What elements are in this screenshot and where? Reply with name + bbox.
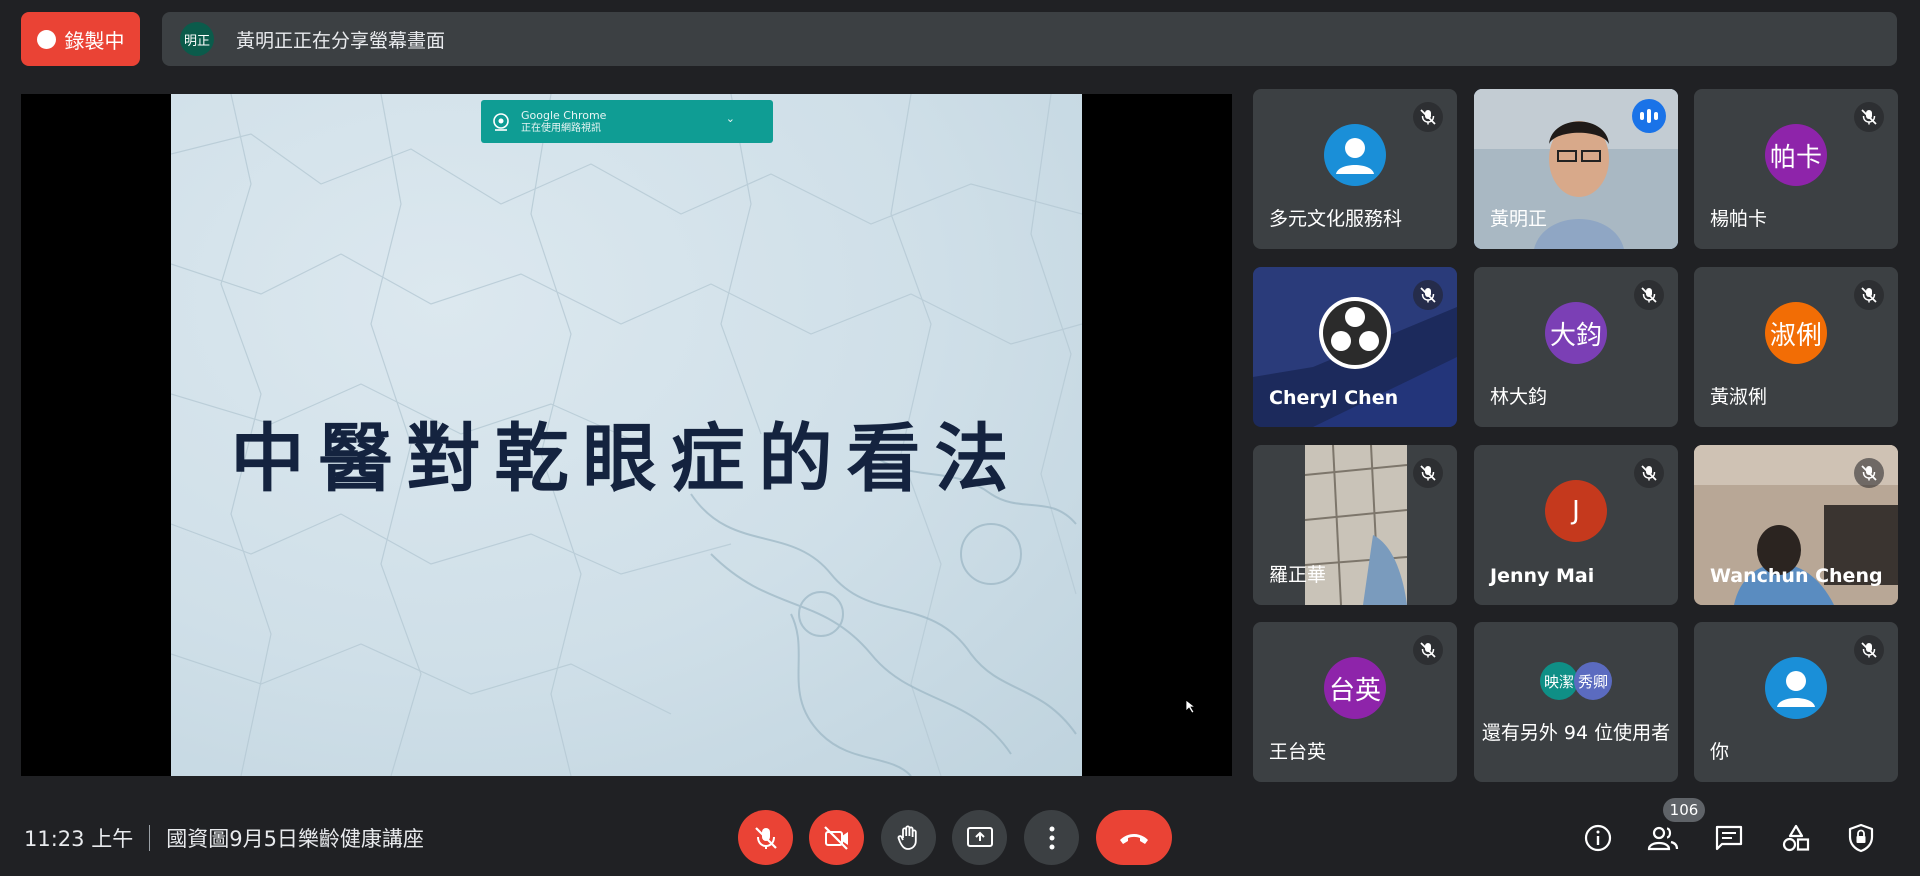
presenter-avatar: 明正 (180, 22, 214, 56)
chrome-notice-message: 正在使用網路視訊 (521, 122, 601, 134)
participant-tile[interactable]: J Jenny Mai (1474, 445, 1678, 605)
record-dot-icon (36, 29, 56, 49)
participant-avatar: J (1545, 480, 1607, 542)
mic-off-icon (1413, 458, 1443, 488)
meeting-title: 國資圖9月5日樂齡健康講座 (166, 827, 424, 851)
shapes-icon (1782, 824, 1810, 852)
camera-toggle-button[interactable] (809, 810, 864, 865)
mic-off-icon (754, 826, 777, 849)
participant-count-badge: 106 (1663, 798, 1705, 822)
mic-off-icon (1854, 635, 1884, 665)
present-screen-icon (966, 826, 993, 847)
participant-tile[interactable]: Cheryl Chen (1253, 267, 1457, 427)
participant-tile[interactable]: Wanchun Cheng (1694, 445, 1898, 605)
more-options-button[interactable] (1024, 810, 1079, 865)
raise-hand-button[interactable] (881, 810, 936, 865)
present-screen-button[interactable] (952, 810, 1007, 865)
mic-off-icon (1854, 458, 1884, 488)
divider (149, 825, 151, 851)
participant-tile[interactable]: 台英 王台英 (1253, 622, 1457, 782)
meeting-info: 11:23 上午 國資圖9月5日樂齡健康講座 (24, 823, 424, 853)
presentation-slide: Google Chrome 正在使用網路視訊 ⌄ 中醫對乾眼症的看法 (171, 94, 1082, 776)
mic-off-icon (1854, 280, 1884, 310)
more-vert-icon (1049, 826, 1054, 849)
participant-tile[interactable]: 帕卡 楊帕卡 (1694, 89, 1898, 249)
chrome-notice-app: Google Chrome (521, 108, 607, 122)
participant-tile[interactable]: 大鈞 林大鈞 (1474, 267, 1678, 427)
others-tile[interactable]: 映潔 秀卿 還有另外 94 位使用者 (1474, 622, 1678, 782)
camera-off-icon (823, 825, 848, 850)
leave-call-button[interactable] (1096, 810, 1172, 865)
speaking-indicator-icon (1632, 99, 1666, 133)
participant-tile[interactable]: 多元文化服務科 (1253, 89, 1457, 249)
mic-toggle-button[interactable] (738, 810, 793, 865)
person-icon (1765, 657, 1827, 719)
participant-name: 羅正華 (1269, 564, 1327, 586)
participant-name: 黃淑俐 (1710, 386, 1768, 408)
activities-button[interactable] (1780, 822, 1812, 854)
presentation-area: Google Chrome 正在使用網路視訊 ⌄ 中醫對乾眼症的看法 (21, 94, 1232, 776)
meeting-details-button[interactable] (1582, 822, 1614, 854)
participant-name: 黃明正 (1490, 208, 1548, 230)
people-button[interactable] (1647, 822, 1679, 854)
shield-lock-icon (1848, 823, 1874, 853)
chevron-down-icon[interactable]: ⌄ (726, 112, 735, 125)
participant-tile-self[interactable]: 你 (1694, 622, 1898, 782)
others-count-label: 還有另外 94 位使用者 (1481, 722, 1671, 744)
host-controls-button[interactable] (1845, 822, 1877, 854)
webcam-icon (493, 112, 509, 131)
person-icon (1324, 124, 1386, 186)
recording-label: 錄製中 (64, 28, 125, 53)
participant-name: 楊帕卡 (1710, 208, 1768, 230)
participant-name: 多元文化服務科 (1269, 208, 1403, 230)
participant-tile[interactable]: 淑俐 黃淑俐 (1694, 267, 1898, 427)
chrome-camera-notice[interactable]: Google Chrome 正在使用網路視訊 ⌄ (481, 100, 773, 143)
participant-name: Wanchun Cheng (1710, 565, 1883, 587)
participant-name: 林大鈞 (1490, 386, 1548, 408)
participant-name: 王台英 (1269, 741, 1327, 763)
mic-off-icon (1413, 102, 1443, 132)
mic-off-icon (1413, 280, 1443, 310)
mic-off-icon (1634, 280, 1664, 310)
mic-off-icon (1854, 102, 1884, 132)
chat-icon (1715, 825, 1743, 851)
hand-icon (897, 825, 917, 850)
mic-off-icon (1413, 635, 1443, 665)
participant-avatar: 映潔 (1540, 662, 1578, 700)
clock-time: 11:23 上午 (24, 827, 134, 851)
info-icon (1584, 824, 1612, 852)
participant-avatar: 大鈞 (1545, 302, 1607, 364)
people-icon (1647, 826, 1679, 851)
participant-name: 你 (1710, 741, 1730, 763)
participant-avatar: 台英 (1324, 657, 1386, 719)
recording-indicator[interactable]: 錄製中 (21, 12, 140, 66)
participant-tile-speaking[interactable]: 黃明正 (1474, 89, 1678, 249)
participant-name: Jenny Mai (1490, 565, 1595, 587)
participant-avatar: 淑俐 (1765, 302, 1827, 364)
obs-logo-icon (1319, 297, 1391, 369)
participant-name: Cheryl Chen (1269, 387, 1399, 409)
screen-share-text: 黃明正正在分享螢幕畫面 (236, 29, 446, 52)
participant-avatar: 帕卡 (1765, 124, 1827, 186)
mic-off-icon (1634, 458, 1664, 488)
chat-button[interactable] (1713, 822, 1745, 854)
screen-share-banner: 明正 黃明正正在分享螢幕畫面 (162, 12, 1897, 66)
slide-title: 中醫對乾眼症的看法 (230, 416, 1023, 502)
hang-up-icon (1120, 833, 1148, 844)
participant-avatar: 秀卿 (1574, 662, 1612, 700)
participant-tile[interactable]: 羅正華 (1253, 445, 1457, 605)
mouse-cursor-icon (1185, 699, 1197, 714)
